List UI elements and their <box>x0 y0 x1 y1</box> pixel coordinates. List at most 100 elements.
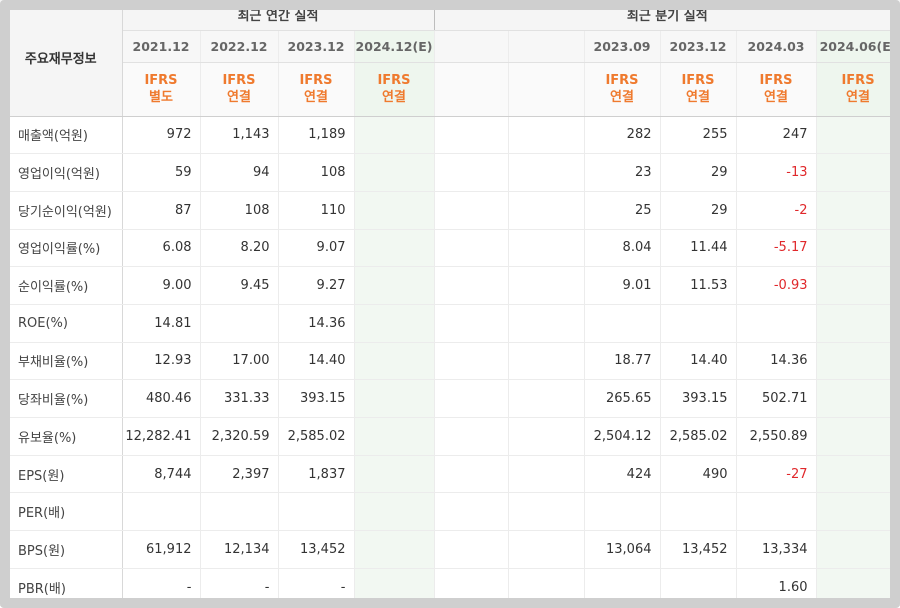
quarterly-value: 11.53 <box>660 266 737 305</box>
quarterly-value <box>816 304 900 343</box>
quarterly-period: 2023.12 <box>660 30 737 63</box>
annual-value: 14.81 <box>122 304 201 343</box>
annual-value: 8,744 <box>122 454 201 494</box>
quarterly-value <box>816 454 900 494</box>
quarterly-value: 29 <box>660 191 737 230</box>
table-row: 순이익률(%) 9.00 9.45 9.27 9.01 11.53 -0.93 <box>0 266 900 305</box>
basis-scope: 연결 <box>846 90 870 105</box>
accounting-basis: IFRS 연결 <box>660 62 737 117</box>
annual-value <box>354 417 435 456</box>
quarterly-period: 2024.03 <box>736 30 817 63</box>
accounting-basis: IFRS 연결 <box>200 62 279 117</box>
quarterly-value <box>508 379 585 418</box>
annual-value: 14.40 <box>278 341 355 381</box>
quarterly-value <box>584 492 661 532</box>
accounting-basis: IFRS 연결 <box>354 62 435 117</box>
annual-value <box>122 492 201 532</box>
annual-value <box>354 530 435 569</box>
annual-value: 6.08 <box>122 228 201 268</box>
row-label: EPS(원) <box>0 454 123 494</box>
quarterly-value <box>816 191 900 230</box>
quarterly-value <box>508 304 585 343</box>
row-label: BPS(원) <box>0 530 123 569</box>
basis-standard: IFRS <box>377 73 411 88</box>
quarterly-value: 1.60 <box>736 568 817 607</box>
row-label: 순이익률(%) <box>0 266 123 305</box>
quarterly-value: 13,334 <box>736 530 817 569</box>
quarterly-value: -5.17 <box>736 228 817 268</box>
annual-value <box>354 379 435 418</box>
table-row: 당좌비율(%) 480.46 331.33 393.15 265.65 393.15 502… <box>0 379 900 418</box>
quarterly-value: 18.77 <box>584 341 661 381</box>
financial-summary-table: 주요재무정보 최근 연간 실적 최근 분기 실적 2021.12 2022.12 2023… <box>0 0 900 607</box>
quarterly-value: 14.36 <box>736 341 817 381</box>
annual-value <box>354 153 435 192</box>
annual-value: 9.00 <box>122 266 201 305</box>
annual-value: 108 <box>200 191 279 230</box>
quarterly-value <box>736 304 817 343</box>
annual-value <box>354 191 435 230</box>
quarterly-value <box>508 341 585 381</box>
annual-value: 972 <box>122 116 201 155</box>
quarterly-value <box>508 454 585 494</box>
quarterly-value <box>508 228 585 268</box>
annual-value <box>354 492 435 532</box>
annual-value: 14.36 <box>278 304 355 343</box>
quarterly-value <box>584 568 661 607</box>
table-row: PER(배) <box>0 492 900 532</box>
basis-standard: IFRS <box>605 73 639 88</box>
table-row: ROE(%) 14.81 14.36 <box>0 304 900 343</box>
annual-value <box>354 304 435 343</box>
quarterly-value: -0.93 <box>736 266 817 305</box>
annual-value <box>200 304 279 343</box>
annual-value: 9.45 <box>200 266 279 305</box>
period-header-row: 2021.12 2022.12 2023.12 2024.12(E) 2023.09 20… <box>0 30 900 63</box>
quarterly-value <box>433 379 509 418</box>
annual-value: 61,912 <box>122 530 201 569</box>
basis-standard: IFRS <box>841 73 875 88</box>
quarterly-value <box>508 191 585 230</box>
row-label: 당기순이익(억원) <box>0 191 123 230</box>
quarterly-value: 502.71 <box>736 379 817 418</box>
quarterly-value <box>433 191 509 230</box>
row-label: 매출액(억원) <box>0 116 123 155</box>
quarterly-group-title: 최근 분기 실적 <box>433 0 900 31</box>
annual-value: 17.00 <box>200 341 279 381</box>
quarterly-value: 490 <box>660 454 737 494</box>
annual-value: - <box>278 568 355 607</box>
quarterly-value: 424 <box>584 454 661 494</box>
annual-value <box>354 228 435 268</box>
basis-scope: 연결 <box>686 90 710 105</box>
annual-value: 2,585.02 <box>278 417 355 456</box>
quarterly-value <box>433 341 509 381</box>
accounting-basis <box>433 62 509 117</box>
quarterly-value <box>433 492 509 532</box>
annual-value: 12,282.41 <box>122 417 201 456</box>
quarterly-value: -27 <box>736 454 817 494</box>
quarterly-period: 2023.09 <box>584 30 661 63</box>
quarterly-value: 393.15 <box>660 379 737 418</box>
annual-value <box>354 116 435 155</box>
quarterly-value: 265.65 <box>584 379 661 418</box>
annual-period: 2024.12(E) <box>354 30 435 63</box>
quarterly-value: 2,585.02 <box>660 417 737 456</box>
annual-value <box>354 266 435 305</box>
quarterly-value <box>508 153 585 192</box>
annual-value: 9.27 <box>278 266 355 305</box>
table-row: 당기순이익(억원) 87 108 110 25 29 -2 <box>0 191 900 230</box>
quarterly-value <box>508 492 585 532</box>
annual-value: - <box>122 568 201 607</box>
basis-standard: IFRS <box>759 73 793 88</box>
quarterly-period <box>433 30 509 63</box>
quarterly-value <box>816 530 900 569</box>
quarterly-value <box>816 492 900 532</box>
basis-standard: IFRS <box>144 73 178 88</box>
annual-value: 1,837 <box>278 454 355 494</box>
annual-value <box>354 454 435 494</box>
basis-scope: 연결 <box>227 90 251 105</box>
accounting-basis <box>508 62 585 117</box>
quarterly-value <box>433 568 509 607</box>
quarterly-value: 282 <box>584 116 661 155</box>
annual-value: 13,452 <box>278 530 355 569</box>
annual-value: 59 <box>122 153 201 192</box>
